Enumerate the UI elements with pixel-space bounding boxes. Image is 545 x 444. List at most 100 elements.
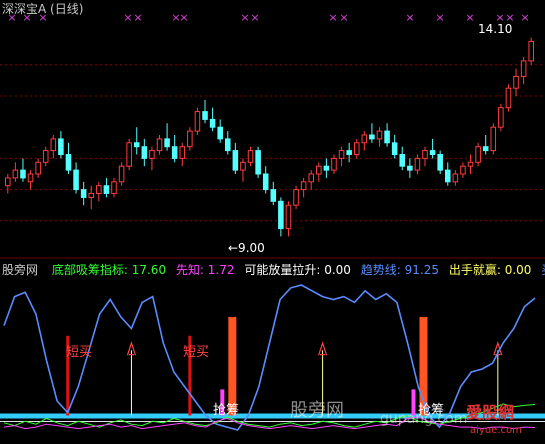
short-buy-label-2: 短买 [183, 345, 210, 360]
signal-marker: × [328, 11, 337, 24]
indicator-header: 股旁网 底部吸筹指标: 17.60 先知: 1.72 可能放量拉升: 0.00 … [2, 263, 545, 277]
signal-marker: × [179, 11, 188, 24]
candle-up [300, 181, 307, 191]
candle-down [399, 154, 406, 167]
candle-up [5, 177, 11, 187]
candle-up [528, 40, 534, 62]
chart-canvas: × × × × × ×× × × × × × × × × × × [0, 11, 545, 431]
candle-up [126, 142, 132, 167]
candle-down [133, 142, 140, 148]
candle-down [209, 118, 216, 128]
low-price-label: ←9.00 [228, 241, 265, 255]
candle-down [391, 142, 398, 156]
candle-down [262, 173, 269, 191]
signal-marker: × [520, 11, 529, 24]
candle-down [444, 169, 451, 183]
sure-win-value: 0.00 [504, 263, 532, 277]
candle-up [498, 107, 504, 128]
candle-down [482, 146, 489, 152]
trend-line-label: 趋势线: [360, 263, 401, 277]
candle-up [42, 150, 49, 163]
candle-up [353, 142, 360, 156]
candle-up [316, 165, 322, 175]
candle-up [331, 157, 337, 171]
signal-marker: × [339, 11, 348, 24]
signal-marker: × [240, 11, 249, 24]
candle-down [346, 150, 352, 156]
header-item-buy-point: 买点 [541, 263, 545, 277]
candle-down [171, 146, 178, 159]
candle-down [369, 134, 375, 140]
volume-surge-value: 0.00 [324, 263, 351, 277]
candle-up [308, 173, 314, 183]
candle-down [407, 165, 413, 171]
candle-up [247, 150, 254, 163]
candle-down [384, 130, 390, 144]
candle-down [437, 154, 443, 171]
candle-up [467, 161, 474, 167]
price-grid [0, 64, 545, 259]
candle-up [505, 87, 512, 109]
candle-up [376, 130, 383, 140]
candle-up [35, 161, 41, 175]
candle-down [103, 185, 110, 194]
candle-up [179, 146, 186, 159]
candle-down [58, 138, 64, 155]
stock-title: 深深宝A (日线) [2, 2, 83, 16]
candle-down [164, 138, 170, 148]
site-label: 股旁网 [2, 263, 39, 277]
candle-down [255, 150, 261, 175]
candle-up [452, 173, 459, 183]
candle-up [27, 173, 34, 183]
candle-up [520, 60, 527, 78]
candle-up [490, 126, 497, 152]
candle-down [73, 169, 79, 191]
watermark-logo-en: aiyue.com [470, 425, 522, 436]
candle-up [118, 165, 125, 183]
stock-period: (日线) [50, 2, 84, 16]
candle-down [80, 189, 87, 198]
candle-up [293, 189, 299, 206]
watermark-en: gupang.com [380, 411, 468, 427]
candle-up [149, 150, 155, 159]
watermark-logo: 愛股網 [466, 403, 515, 422]
candle-down [141, 146, 148, 159]
signal-marker: × [465, 11, 474, 24]
candle-up [285, 204, 292, 230]
candle-down [278, 200, 284, 230]
signal-marker: × [133, 11, 142, 24]
header-item-sure-win: 出手就赢: 0.00 [449, 263, 535, 277]
signal-marker: × [123, 11, 132, 24]
candle-down [232, 150, 239, 171]
candle-up [338, 150, 345, 159]
candle-up [422, 150, 428, 159]
candle-up [414, 157, 421, 171]
header-item-volume-surge: 可能放量拉升: 0.00 [244, 263, 354, 277]
prophet-value: 1.72 [207, 263, 235, 277]
candle-down [217, 126, 223, 140]
watermark-cn: 股旁网 [290, 400, 344, 421]
candle-down [270, 189, 277, 202]
candle-up [513, 76, 519, 89]
signal-marker: × [405, 11, 414, 24]
candle-up [460, 165, 466, 175]
candle-down [65, 154, 72, 171]
volume-surge-label: 可能放量拉升: [244, 263, 321, 277]
candle-up [361, 134, 368, 144]
bottom-absorb-label: 底部吸筹指标: [51, 263, 128, 277]
candle-up [50, 138, 57, 152]
candle-up [240, 161, 246, 171]
candle-up [187, 130, 193, 148]
trend-line-value: 91.25 [404, 263, 439, 277]
candle-up [88, 193, 95, 198]
candle-up [12, 169, 19, 179]
candle-up [194, 111, 201, 132]
buy-point-label: 买点 [541, 263, 545, 277]
signal-marker: × [250, 11, 259, 24]
bottom-absorb-value: 17.60 [131, 263, 167, 277]
high-price-label: 14.10 [478, 22, 513, 36]
signal-marker: × [435, 11, 444, 24]
candle-down [429, 150, 436, 156]
header-item-bottom-absorb: 底部吸筹指标: 17.60 [52, 263, 170, 277]
stock-name: 深深宝A [2, 2, 47, 16]
